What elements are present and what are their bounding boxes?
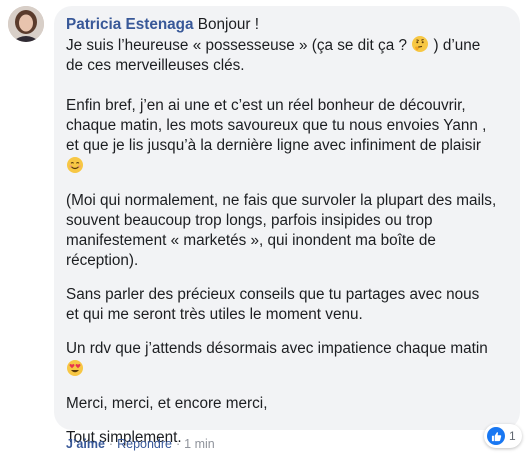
comment-text-line: de ces merveilleuses clés. (66, 57, 245, 74)
reactions-count[interactable]: 1 (484, 424, 522, 448)
comment-text-line: (Moi qui normalement, ne fais que survol… (66, 192, 497, 209)
like-button[interactable]: J’aime (66, 437, 105, 451)
comment-text-line: Un rdv que j’attends désormais avec impa… (66, 340, 488, 357)
comment-text-line: réception). (66, 252, 139, 269)
timestamp[interactable]: 1 min (184, 437, 215, 451)
separator: · (108, 437, 114, 451)
heart-eyes-face-icon (66, 359, 84, 377)
comment-emoji-line (66, 359, 508, 380)
reply-button[interactable]: Répondre (117, 437, 172, 451)
comment-text-line: et qui me seront très utiles le moment v… (66, 306, 363, 323)
comment-text-segment: ) d’une (429, 37, 481, 54)
reaction-count: 1 (509, 429, 516, 443)
comment-bubble: Patricia Estenaga Bonjour ! Je suis l’he… (54, 6, 520, 446)
comment-actions: J’aime · Répondre · 1 min (66, 437, 215, 451)
comment-line: Patricia Estenaga Bonjour ! (66, 15, 508, 35)
comment-text-segment: Je suis l’heureuse « possesseuse » (ça s… (66, 37, 412, 54)
comment-text-line: Je suis l’heureuse « possesseuse » (ça s… (66, 35, 508, 56)
avatar[interactable] (8, 6, 44, 42)
comment-text-line: Sans parler des précieux conseils que tu… (66, 286, 480, 303)
comment-text-line: Enfin bref, j’en ai une et c’est un réel… (66, 97, 466, 114)
comment-emoji-line (66, 156, 508, 177)
comment-text-line: Bonjour ! (197, 16, 260, 33)
avatar-photo (8, 6, 44, 42)
comment-text-line: et que je lis jusqu’à la dernière ligne … (66, 137, 481, 154)
comment-text-line: Merci, merci, et encore merci, (66, 395, 268, 412)
like-reaction-icon (487, 427, 505, 445)
comment-text-line: manifestement « marketés », qui inondent… (66, 232, 436, 249)
separator: · (176, 437, 181, 451)
comment-text-line: souvent beaucoup trop longs, parfois ins… (66, 212, 433, 229)
comment-author[interactable]: Patricia Estenaga (66, 16, 194, 33)
comment-text-line: chaque matin, les mots savoureux que tu … (66, 117, 487, 134)
thinking-face-icon (411, 35, 429, 53)
smiling-face-icon (66, 156, 84, 174)
